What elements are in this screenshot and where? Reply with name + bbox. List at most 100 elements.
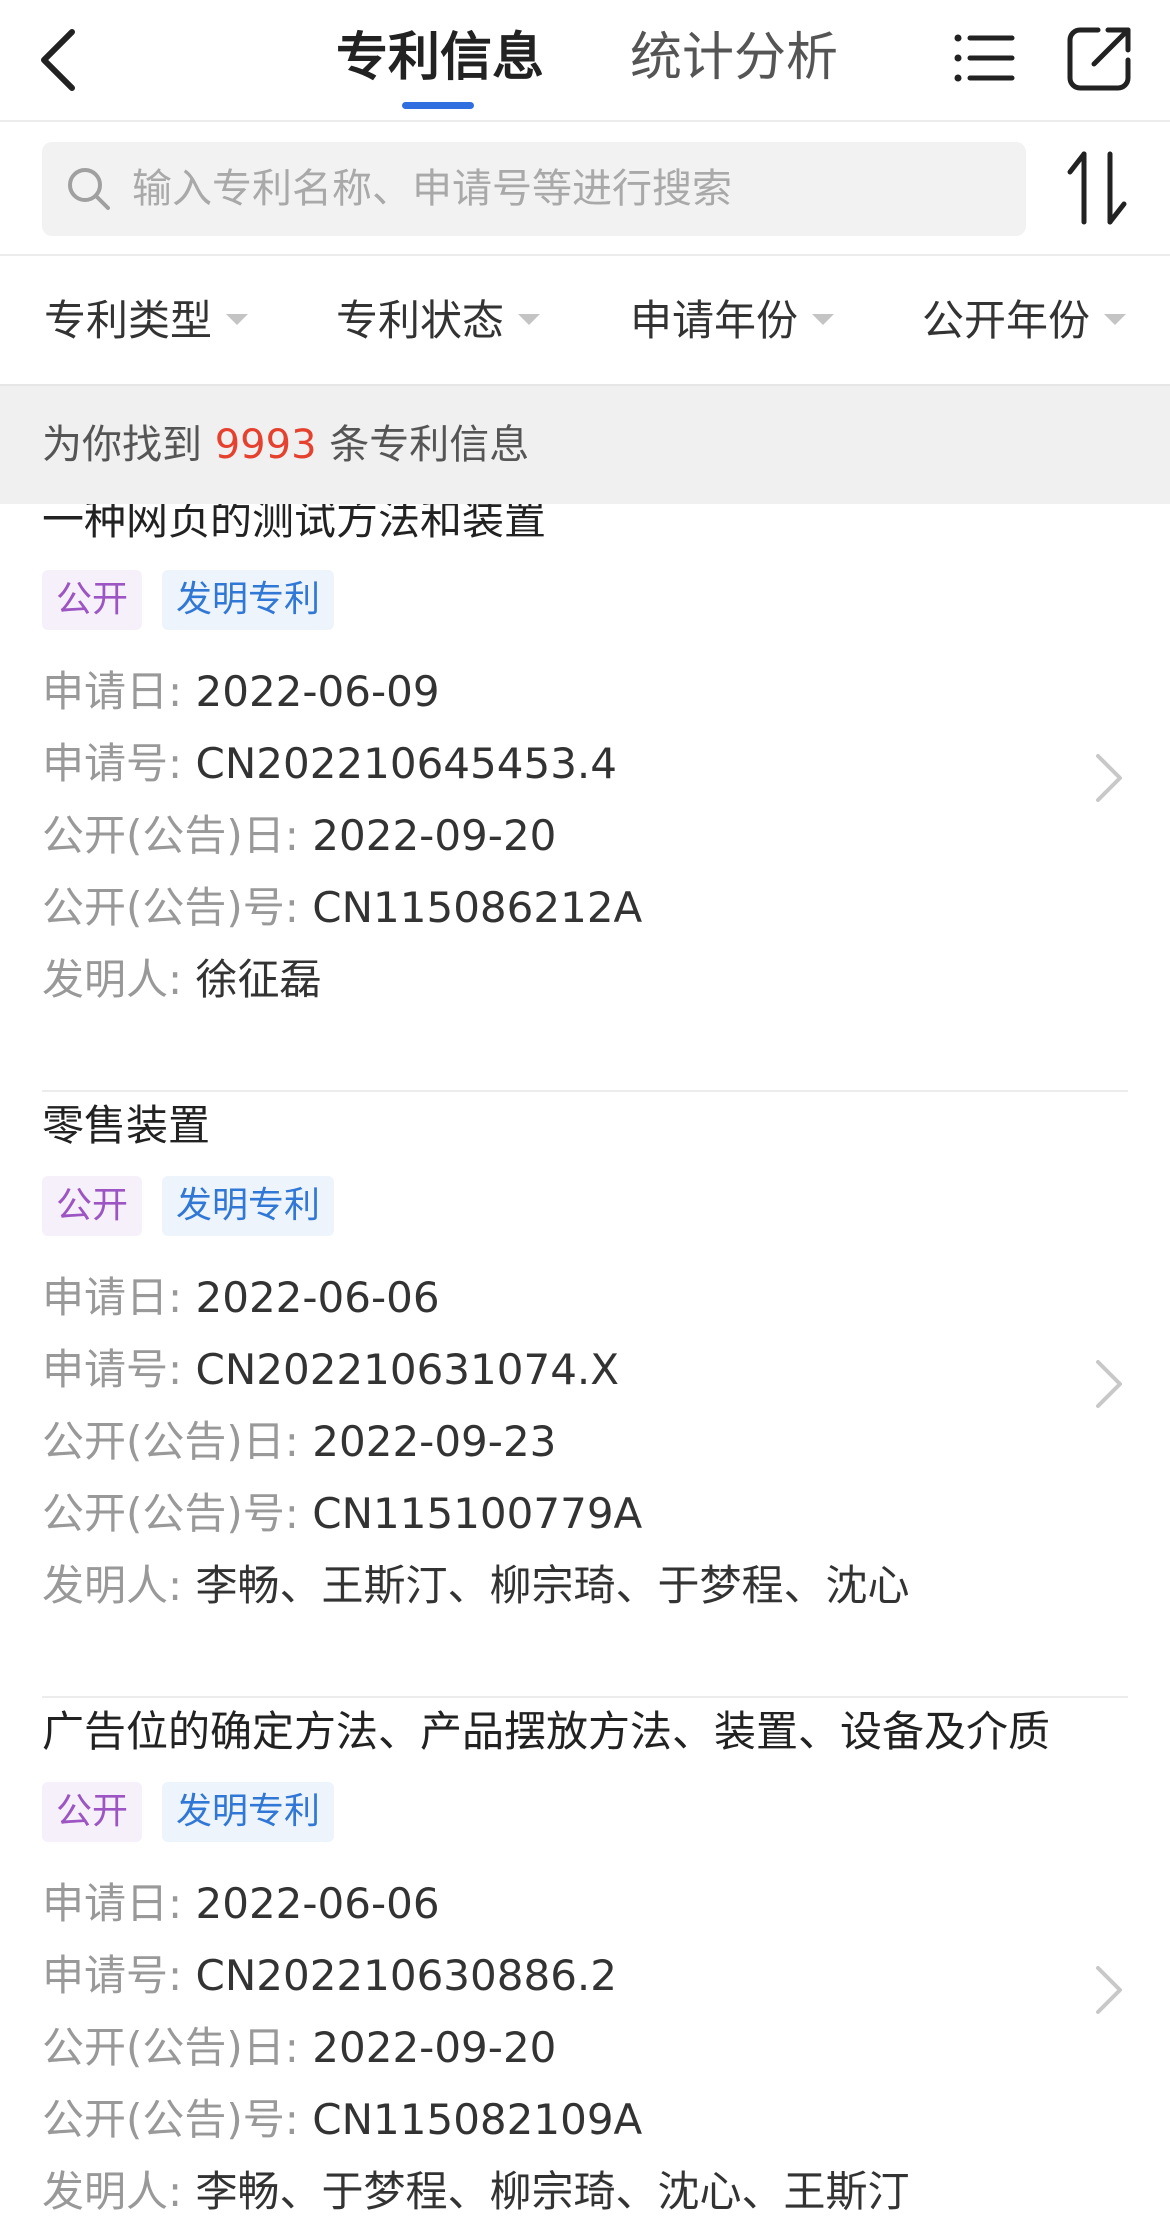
field-label: 发明人:	[42, 2167, 183, 2216]
field-label: 申请日:	[42, 1273, 183, 1322]
sort-icon	[1067, 151, 1127, 225]
patent-list-screen: 专利信息 统计分析 输入专利名称、申请号等进行搜索 专利类型 专利状态 申请年份…	[0, 0, 1170, 2236]
status-badge: 公开	[42, 1782, 143, 1842]
result-prefix: 为你找到	[42, 422, 202, 468]
result-count-bar: 为你找到 9993 条专利信息	[0, 386, 1170, 504]
patent-list-item[interactable]: 广告位的确定方法、产品摆放方法、装置、设备及介质 公开 发明专利 申请日: 202…	[0, 1698, 1170, 2236]
caret-down-icon	[226, 314, 249, 325]
share-icon	[1067, 27, 1131, 91]
type-badge: 发明专利	[162, 1782, 335, 1842]
caret-down-icon	[1104, 314, 1127, 325]
field-inventor: 发明人: 李畅、王斯汀、柳宗琦、于梦程、沈心	[42, 1550, 910, 1622]
list-menu-button[interactable]	[948, 22, 1020, 94]
field-label: 公开(公告)日:	[42, 2023, 299, 2072]
field-apply-date: 申请日: 2022-06-06	[42, 1262, 910, 1334]
share-button[interactable]	[1064, 22, 1136, 94]
patent-tags: 公开 发明专利	[42, 570, 354, 630]
field-label: 公开(公告)日:	[42, 1417, 299, 1466]
patent-title: 一种网页的测试方法和装置	[42, 504, 547, 544]
result-count: 9993	[214, 422, 317, 468]
field-inventor: 发明人: 李畅、于梦程、柳宗琦、沈心、王斯汀	[42, 2156, 910, 2228]
field-value: 李畅、王斯汀、柳宗琦、于梦程、沈心	[195, 1561, 910, 1610]
filter-bar: 专利类型 专利状态 申请年份 公开年份	[0, 256, 1170, 386]
tab-statistics[interactable]: 统计分析	[630, 18, 838, 98]
top-nav-bar: 专利信息 统计分析	[0, 0, 1170, 122]
field-value: CN115100779A	[312, 1489, 643, 1538]
search-icon	[68, 168, 110, 210]
patent-list-item[interactable]: 零售装置 公开 发明专利 申请日: 2022-06-06 申请号: CN20221…	[0, 1092, 1170, 1698]
field-pub-date: 公开(公告)日: 2022-09-23	[42, 1406, 910, 1478]
field-value: 2022-06-09	[195, 667, 440, 716]
filter-publish-year[interactable]: 公开年份	[922, 256, 1127, 386]
field-label: 发明人:	[42, 1561, 183, 1610]
status-badge: 公开	[42, 570, 143, 630]
field-value: CN115082109A	[312, 2095, 643, 2144]
patent-fields: 申请日: 2022-06-06 申请号: CN202210630886.2 公开…	[42, 1868, 910, 2228]
field-apply-no: 申请号: CN202210630886.2	[42, 1940, 910, 2012]
result-suffix: 条专利信息	[329, 422, 530, 468]
chevron-right-icon	[1096, 1360, 1122, 1408]
filter-label: 申请年份	[630, 296, 799, 345]
patent-fields: 申请日: 2022-06-06 申请号: CN202210631074.X 公开…	[42, 1262, 910, 1622]
field-label: 申请日:	[42, 1879, 183, 1928]
search-box[interactable]	[42, 142, 1026, 236]
filter-label: 专利类型	[44, 296, 213, 345]
field-inventor: 发明人: 徐征磊	[42, 944, 642, 1016]
field-apply-no: 申请号: CN202210645453.4	[42, 728, 642, 800]
field-value: CN115086212A	[312, 883, 643, 932]
patent-title: 广告位的确定方法、产品摆放方法、装置、设备及介质	[42, 1707, 1051, 1756]
patent-title: 零售装置	[42, 1101, 211, 1150]
field-apply-date: 申请日: 2022-06-06	[42, 1868, 910, 1940]
search-input[interactable]	[132, 142, 1012, 236]
filter-label: 公开年份	[922, 296, 1091, 345]
type-badge: 发明专利	[162, 1176, 335, 1236]
field-label: 申请日:	[42, 667, 183, 716]
active-tab-indicator	[402, 102, 474, 109]
field-value: 2022-06-06	[195, 1879, 440, 1928]
field-value: 2022-09-23	[312, 1417, 557, 1466]
sort-button[interactable]	[1062, 146, 1132, 232]
field-value: 徐征磊	[195, 955, 322, 1004]
patent-list: 一种网页的测试方法和装置 公开 发明专利 申请日: 2022-06-09 申请号:…	[0, 504, 1170, 2236]
field-value: CN202210630886.2	[195, 1951, 617, 2000]
field-value: CN202210631074.X	[195, 1345, 620, 1394]
tab-patent-info[interactable]: 专利信息	[336, 18, 544, 98]
caret-down-icon	[518, 314, 541, 325]
field-value: 李畅、于梦程、柳宗琦、沈心、王斯汀	[195, 2167, 910, 2216]
field-pub-date: 公开(公告)日: 2022-09-20	[42, 800, 642, 872]
patent-tags: 公开 发明专利	[42, 1176, 354, 1236]
filter-patent-type[interactable]: 专利类型	[44, 256, 249, 386]
field-pub-no: 公开(公告)号: CN115100779A	[42, 1478, 910, 1550]
back-arrow-icon	[41, 29, 75, 91]
search-bar-row	[0, 122, 1170, 256]
patent-tags: 公开 发明专利	[42, 1782, 354, 1842]
status-badge: 公开	[42, 1176, 143, 1236]
field-pub-no: 公开(公告)号: CN115086212A	[42, 872, 642, 944]
field-label: 申请号:	[42, 1951, 183, 2000]
type-badge: 发明专利	[162, 570, 335, 630]
chevron-right-icon	[1096, 1966, 1122, 2014]
field-label: 公开(公告)日:	[42, 811, 299, 860]
field-value: CN202210645453.4	[195, 739, 617, 788]
chevron-right-icon	[1096, 754, 1122, 802]
caret-down-icon	[812, 314, 835, 325]
list-icon	[954, 34, 1015, 82]
field-apply-no: 申请号: CN202210631074.X	[42, 1334, 910, 1406]
field-label: 申请号:	[42, 1345, 183, 1394]
field-pub-date: 公开(公告)日: 2022-09-20	[42, 2012, 910, 2084]
field-label: 公开(公告)号:	[42, 883, 299, 932]
patent-list-item[interactable]: 一种网页的测试方法和装置 公开 发明专利 申请日: 2022-06-09 申请号:…	[0, 504, 1170, 1092]
back-button[interactable]	[30, 20, 100, 100]
patent-fields: 申请日: 2022-06-09 申请号: CN202210645453.4 公开…	[42, 656, 642, 1016]
field-value: 2022-09-20	[312, 2023, 557, 2072]
field-apply-date: 申请日: 2022-06-09	[42, 656, 642, 728]
field-label: 发明人:	[42, 955, 183, 1004]
field-label: 公开(公告)号:	[42, 1489, 299, 1538]
field-pub-no: 公开(公告)号: CN115082109A	[42, 2084, 910, 2156]
filter-label: 专利状态	[336, 296, 505, 345]
field-value: 2022-06-06	[195, 1273, 440, 1322]
field-label: 申请号:	[42, 739, 183, 788]
field-value: 2022-09-20	[312, 811, 557, 860]
filter-patent-status[interactable]: 专利状态	[336, 256, 541, 386]
filter-apply-year[interactable]: 申请年份	[630, 256, 835, 386]
